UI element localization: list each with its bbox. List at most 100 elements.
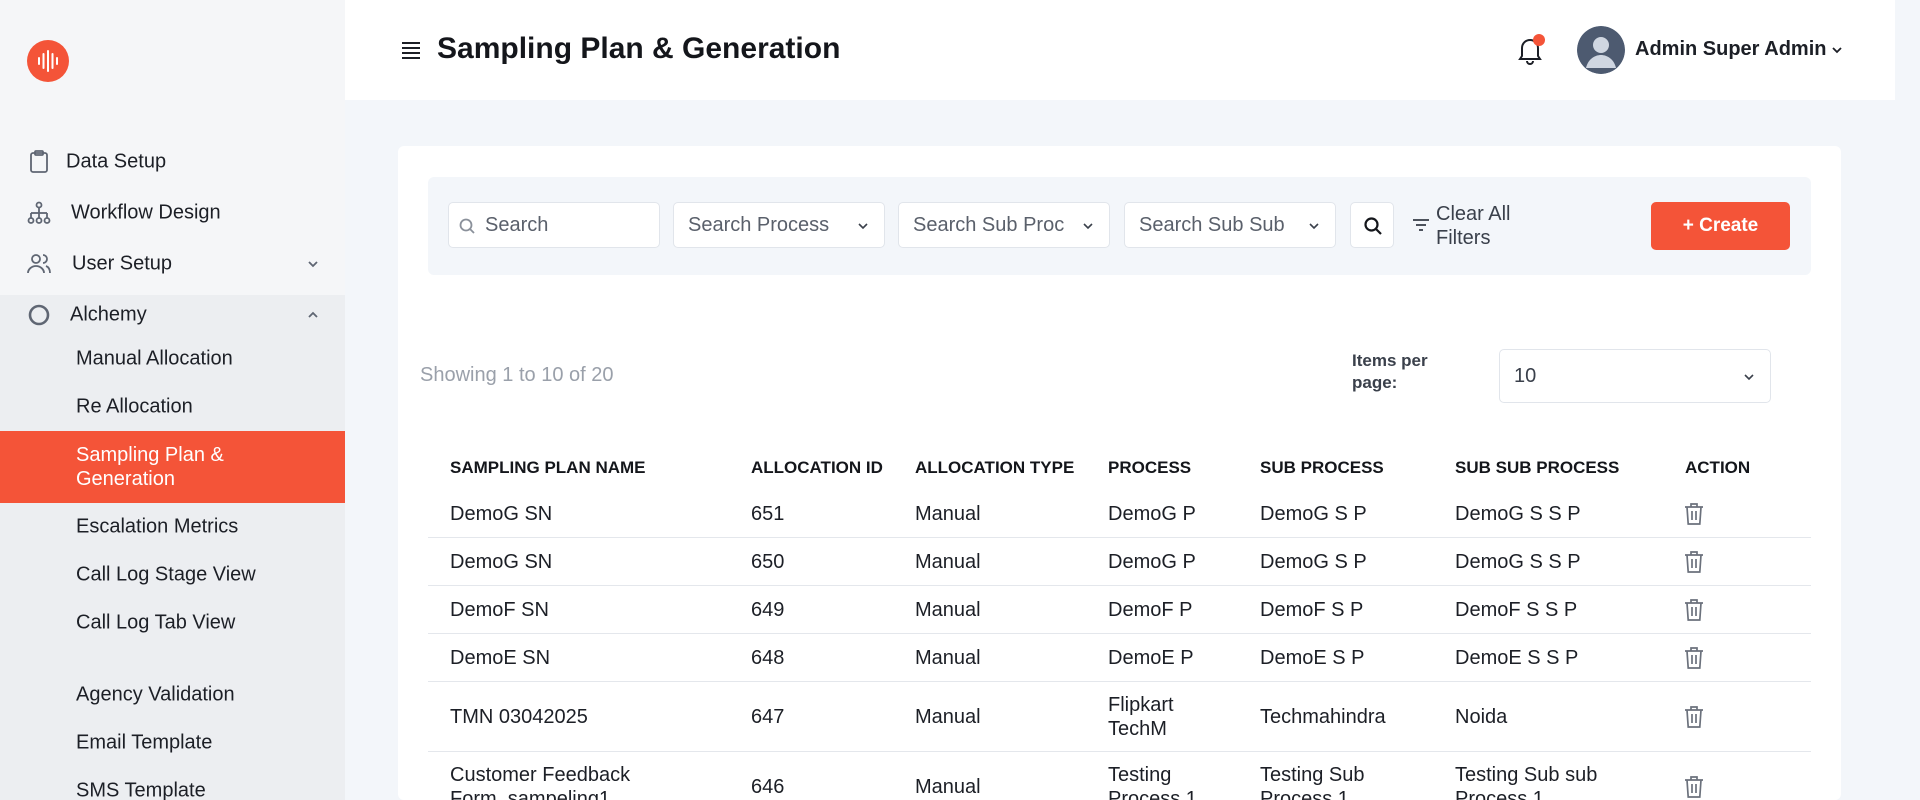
- sidebar-item-alchemy[interactable]: Alchemy: [0, 295, 345, 335]
- page-title: Sampling Plan & Generation: [437, 32, 841, 65]
- table-row[interactable]: DemoG SN 651 Manual DemoG P DemoG S P De…: [428, 490, 1811, 538]
- cell-sub-process: DemoG S P: [1260, 550, 1367, 573]
- process-placeholder: Search Process: [688, 213, 830, 236]
- sidebar-item-user-setup[interactable]: User Setup: [0, 244, 345, 284]
- cell-allocation-type: Manual: [915, 598, 981, 621]
- cell-process: DemoG P: [1108, 502, 1196, 525]
- sidebar-subitem-label: SMS Template: [76, 779, 206, 800]
- sidebar-subitem-manual-allocation[interactable]: Manual Allocation: [0, 339, 345, 379]
- sidebar-subitem-label: Manual Allocation: [76, 347, 233, 370]
- items-per-page-select[interactable]: 10: [1499, 349, 1771, 403]
- cell-sub-process: DemoF S P: [1260, 598, 1364, 621]
- filter-bar: Search Search Process Search Sub Proc Se…: [428, 177, 1811, 275]
- chevron-down-icon: [1744, 374, 1754, 381]
- chevron-down-icon: [308, 261, 318, 268]
- search-input[interactable]: Search: [448, 202, 660, 248]
- table-row[interactable]: DemoF SN 649 Manual DemoF P DemoF S P De…: [428, 586, 1811, 634]
- cell-plan-name: TMN 03042025: [450, 705, 588, 728]
- sidebar-subitem-re-allocation[interactable]: Re Allocation: [0, 387, 345, 427]
- trash-icon[interactable]: [1683, 502, 1705, 526]
- chevron-down-icon: [1083, 223, 1093, 230]
- trash-icon[interactable]: [1683, 550, 1705, 574]
- cell-sub-process: Techmahindra: [1260, 705, 1386, 728]
- search-icon: [1364, 217, 1382, 235]
- cell-process: DemoE P: [1108, 646, 1194, 669]
- filter-icon: [1413, 219, 1429, 231]
- chevron-down-icon: [1309, 223, 1319, 230]
- sidebar-subitem-call-log-stage-view[interactable]: Call Log Stage View: [0, 555, 345, 595]
- table-row[interactable]: DemoG SN 650 Manual DemoG P DemoG S P De…: [428, 538, 1811, 586]
- sub-process-select[interactable]: Search Sub Proc: [898, 202, 1110, 248]
- sidebar-item-label: Data Setup: [66, 150, 167, 173]
- cell-allocation-id: 650: [751, 550, 785, 573]
- cell-allocation-id: 651: [751, 502, 785, 525]
- waveform-icon: [38, 50, 58, 72]
- cell-process: Flipkart TechM: [1108, 693, 1174, 740]
- cell-sub-sub-process: DemoE S S P: [1455, 646, 1579, 669]
- trash-icon[interactable]: [1683, 598, 1705, 622]
- circle-icon: [25, 301, 53, 329]
- sidebar-subitem-label: Re Allocation: [76, 395, 193, 418]
- sidebar-subitem-call-log-tab-view[interactable]: Call Log Tab View: [0, 603, 345, 643]
- app-logo[interactable]: [27, 40, 69, 82]
- cell-sub-sub-process: DemoG S S P: [1455, 550, 1581, 573]
- sidebar-subitem-agency-validation[interactable]: Agency Validation: [0, 675, 345, 715]
- cell-sub-process: Testing Sub Process 1: [1260, 764, 1365, 800]
- process-select[interactable]: Search Process: [673, 202, 885, 248]
- avatar[interactable]: [1577, 26, 1625, 74]
- cell-allocation-type: Manual: [915, 705, 981, 728]
- sidebar-subitem-label: Call Log Tab View: [76, 611, 236, 634]
- items-per-page-value: 10: [1514, 365, 1537, 387]
- sidebar-subitem-label: Escalation Metrics: [76, 515, 239, 538]
- sub-sub-process-placeholder: Search Sub Sub: [1139, 213, 1285, 236]
- clear-filters-button[interactable]: Clear All Filters: [1412, 202, 1542, 250]
- sub-process-placeholder: Search Sub Proc: [913, 213, 1065, 236]
- column-header: ALLOCATION TYPE: [915, 458, 1075, 477]
- sidebar-subitem-label: Email Template: [76, 731, 213, 754]
- cell-process: DemoG P: [1108, 550, 1196, 573]
- cell-allocation-type: Manual: [915, 646, 981, 669]
- sidebar-item-label: User Setup: [72, 252, 173, 275]
- chevron-up-icon: [308, 311, 318, 318]
- cell-plan-name: DemoG SN: [450, 502, 553, 525]
- cell-plan-name: DemoF SN: [450, 598, 549, 621]
- content-card: Search Search Process Search Sub Proc Se…: [398, 146, 1841, 800]
- column-header: SUB SUB PROCESS: [1455, 458, 1620, 477]
- sub-sub-process-select[interactable]: Search Sub Sub: [1124, 202, 1336, 248]
- cell-allocation-id: 647: [751, 705, 785, 728]
- user-name[interactable]: Admin Super Admin: [1635, 38, 1826, 61]
- column-header: ALLOCATION ID: [751, 458, 883, 477]
- cell-process: DemoF P: [1108, 598, 1193, 621]
- cell-allocation-id: 648: [751, 646, 785, 669]
- search-icon: [459, 218, 475, 234]
- sidebar-subitem-email-template[interactable]: Email Template: [0, 723, 345, 763]
- table-row[interactable]: DemoE SN 648 Manual DemoE P DemoE S P De…: [428, 634, 1811, 682]
- sidebar-subitem-sampling-plan[interactable]: Sampling Plan & Generation: [0, 431, 345, 503]
- search-button[interactable]: [1350, 202, 1394, 248]
- users-icon: [25, 250, 53, 278]
- cell-process: Testing Process 1: [1108, 764, 1197, 800]
- sidebar-item-label: Workflow Design: [71, 201, 221, 224]
- cell-plan-name: DemoG SN: [450, 550, 553, 573]
- pagination-summary: Showing 1 to 10 of 20: [420, 364, 614, 386]
- sidebar-item-data-setup[interactable]: Data Setup: [0, 142, 345, 182]
- table-header: SAMPLING PLAN NAME ALLOCATION ID ALLOCAT…: [428, 446, 1811, 490]
- chevron-down-icon[interactable]: [1830, 43, 1844, 57]
- cell-allocation-type: Manual: [915, 550, 981, 573]
- trash-icon[interactable]: [1683, 775, 1705, 799]
- trash-icon[interactable]: [1683, 646, 1705, 670]
- trash-icon[interactable]: [1683, 705, 1705, 729]
- create-button[interactable]: + Create: [1651, 202, 1790, 250]
- column-header: ACTION: [1685, 458, 1751, 477]
- table-row[interactable]: TMN 03042025 647 Manual Flipkart TechM T…: [428, 682, 1811, 752]
- cell-allocation-id: 646: [751, 776, 785, 798]
- table-row[interactable]: Customer Feedback Form_sampeling1 646 Ma…: [428, 752, 1811, 800]
- cell-plan-name: DemoE SN: [450, 646, 551, 669]
- cell-sub-process: DemoE S P: [1260, 646, 1365, 669]
- sidebar-subitem-sms-template[interactable]: SMS Template: [0, 771, 345, 800]
- cell-sub-sub-process: DemoG S S P: [1455, 502, 1581, 525]
- menu-icon[interactable]: [400, 40, 422, 60]
- sidebar-item-workflow-design[interactable]: Workflow Design: [0, 193, 345, 233]
- sidebar-subitem-escalation-metrics[interactable]: Escalation Metrics: [0, 507, 345, 547]
- column-header: SAMPLING PLAN NAME: [450, 458, 646, 477]
